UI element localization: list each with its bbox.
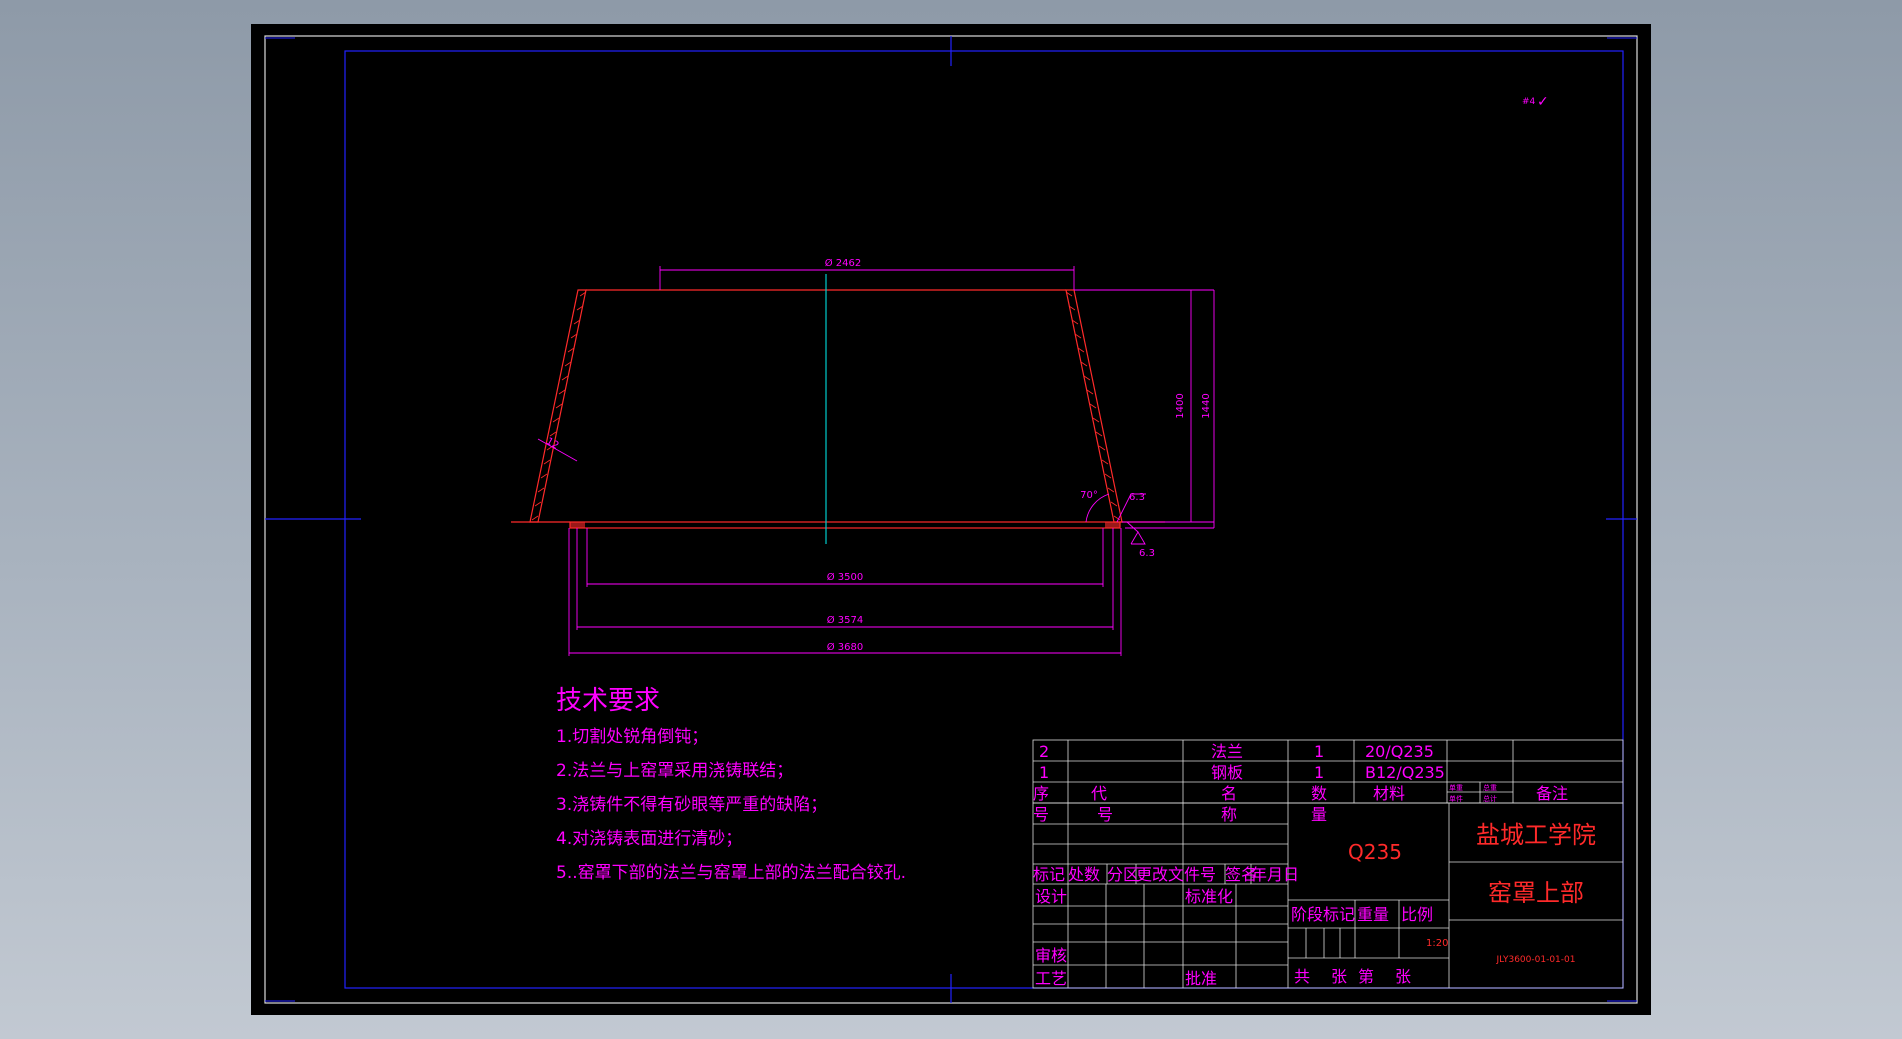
requirement-item: 5..窑罩下部的法兰与窑罩上部的法兰配合铰孔.: [556, 863, 906, 883]
drawing-sheet: #4 ✓ Ø 2462 1400 1440 12 70° 6.3 6.3 Ø 3…: [251, 24, 1651, 1015]
drawing-name: 窑罩上部: [1488, 879, 1584, 907]
svg-text:标记: 标记: [1033, 865, 1065, 884]
dim-diameter-3500: Ø 3500: [827, 571, 864, 583]
dim-angle: 70°: [1080, 490, 1098, 501]
svg-text:张: 张: [1331, 967, 1347, 986]
part-no: 1: [1039, 763, 1049, 782]
parts-list: 2 法兰 1 20/Q235 1 钢板 1 B12/Q235 序 代 名 数 材…: [1033, 742, 1568, 824]
dimension-texts: Ø 2462 1400 1440 12 70° 6.3 6.3 Ø 3500 Ø…: [544, 257, 1212, 653]
svg-text:更改文件号: 更改文件号: [1136, 865, 1216, 884]
svg-text:单重: 单重: [1449, 783, 1463, 792]
cad-drawing: #4 ✓ Ø 2462 1400 1440 12 70° 6.3 6.3 Ø 3…: [264, 35, 1638, 1004]
requirements-title: 技术要求: [556, 686, 660, 716]
stage-mark-label: 阶段标记: [1291, 905, 1355, 924]
svg-text:分区: 分区: [1107, 865, 1139, 884]
technical-requirements: 技术要求 1.切割处锐角倒钝； 2.法兰与上窑罩采用浇铸联结； 3.浇铸件不得有…: [556, 686, 906, 883]
dim-wall-thickness: 12: [544, 436, 561, 452]
corner-marks: [265, 37, 1637, 1002]
svg-text:#4: #4: [1522, 97, 1536, 107]
header-qty: 数: [1311, 784, 1327, 803]
dim-top-diameter: Ø 2462: [825, 257, 862, 269]
part-name: 钢板: [1211, 763, 1243, 782]
dimension-lines: [537, 266, 1215, 656]
svg-text:称: 称: [1221, 805, 1237, 824]
weld-bottom: 6.3: [1139, 548, 1155, 559]
ratio-label: 比例: [1401, 905, 1433, 924]
design-label: 设计: [1035, 887, 1067, 906]
svg-text:号: 号: [1097, 805, 1113, 824]
part-no: 2: [1039, 742, 1049, 761]
weld-top: 6.3: [1129, 492, 1145, 503]
svg-text:张: 张: [1395, 967, 1411, 986]
svg-text:处数: 处数: [1068, 865, 1100, 884]
school-name: 盐城工学院: [1476, 821, 1596, 849]
process-label: 工艺: [1035, 969, 1067, 988]
part-name: 法兰: [1211, 742, 1243, 761]
header-no: 序: [1033, 784, 1049, 803]
part-qty: 1: [1314, 742, 1324, 761]
weight-label: 重量: [1357, 905, 1389, 924]
inner-frame: [344, 50, 1624, 989]
svg-text:号: 号: [1033, 805, 1049, 824]
dim-height-outer: 1440: [1201, 393, 1212, 418]
dim-height-inner: 1400: [1175, 393, 1186, 418]
material-label: Q235: [1348, 840, 1402, 864]
requirement-item: 3.浇铸件不得有砂眼等严重的缺陷；: [556, 795, 827, 815]
requirement-item: 1.切割处锐角倒钝；: [556, 727, 708, 747]
header-code: 代: [1091, 784, 1107, 803]
dim-diameter-3680: Ø 3680: [827, 641, 864, 653]
approve-label: 批准: [1185, 969, 1217, 988]
part-material: B12/Q235: [1365, 763, 1445, 782]
drawing-number: JLY3600-01-01-01: [1496, 955, 1576, 965]
review-label: 审核: [1035, 946, 1067, 965]
hood-section: [511, 274, 1165, 544]
svg-text:第: 第: [1358, 967, 1374, 986]
part-material: 20/Q235: [1365, 742, 1434, 761]
dim-diameter-3574: Ø 3574: [827, 614, 864, 626]
svg-text:✓: ✓: [1537, 94, 1549, 110]
requirement-item: 2.法兰与上窑罩采用浇铸联结；: [556, 761, 793, 781]
svg-text:总计: 总计: [1483, 794, 1497, 803]
header-material: 材料: [1373, 784, 1405, 803]
header-note: 备注: [1536, 784, 1568, 803]
outer-border: [264, 35, 1638, 1004]
svg-text:共: 共: [1294, 967, 1310, 986]
svg-text:年月日: 年月日: [1251, 865, 1299, 884]
svg-text:总重: 总重: [1483, 783, 1497, 792]
title-block: Q235 盐城工学院 窑罩上部 JLY3600-01-01-01 1:20 标记…: [1033, 821, 1596, 988]
roughness-corner-mark: #4 ✓: [1522, 94, 1549, 110]
scale: 1:20: [1426, 938, 1448, 949]
svg-text:量: 量: [1311, 805, 1327, 824]
svg-text:单件: 单件: [1449, 794, 1463, 803]
part-qty: 1: [1314, 763, 1324, 782]
header-name: 名: [1221, 784, 1237, 803]
standardize-label: 标准化: [1185, 887, 1233, 906]
centering-marks: [265, 36, 1637, 1003]
requirement-item: 4.对浇铸表面进行清砂；: [556, 829, 742, 849]
title-block-grid: [1032, 739, 1624, 989]
